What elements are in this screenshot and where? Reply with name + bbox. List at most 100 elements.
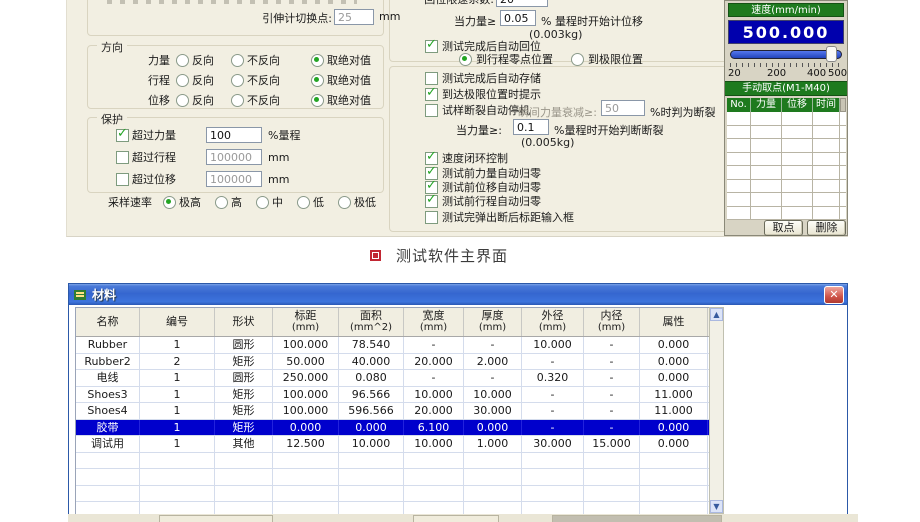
extensometer-switch-input[interactable]	[334, 9, 374, 25]
materials-titlebar[interactable]: 材料	[69, 284, 847, 305]
delete-point-button[interactable]: 删除	[807, 220, 846, 236]
column-name: 面积	[360, 310, 382, 322]
materials-cell	[404, 453, 464, 469]
point-table-row[interactable]	[727, 139, 846, 153]
point-table-row[interactable]	[727, 180, 846, 194]
materials-cell: 20.000	[404, 403, 464, 419]
point-table-cell	[751, 207, 782, 220]
point-table-cell	[813, 139, 840, 152]
materials-empty-row[interactable]	[76, 486, 710, 503]
point-table-row[interactable]	[727, 112, 846, 126]
radio-option[interactable]: 不反向	[231, 72, 311, 88]
return-speed-input[interactable]	[496, 0, 548, 7]
point-table-cell	[782, 153, 813, 166]
column-name: 名称	[97, 316, 119, 328]
radio-option[interactable]: 反向	[176, 92, 231, 108]
materials-cell	[640, 469, 708, 485]
materials-empty-row[interactable]	[76, 453, 710, 470]
point-table-row[interactable]	[727, 166, 846, 180]
materials-row[interactable]: 调试用1其他12.50010.00010.0001.00030.00015.00…	[76, 436, 710, 453]
scroll-down-icon[interactable]: ▼	[710, 500, 723, 513]
materials-row[interactable]: Shoes41矩形100.000596.56620.00030.000--11.…	[76, 403, 710, 420]
point-table-row[interactable]	[727, 193, 846, 207]
materials-row[interactable]: 电线1圆形250.0000.080--0.320-0.000	[76, 370, 710, 387]
materials-column-header[interactable]: 名称	[76, 308, 140, 336]
materials-cell: 96.566	[339, 387, 404, 403]
break-decay-input[interactable]	[601, 100, 645, 116]
materials-cell: 12.500	[273, 436, 339, 452]
speed-slider-thumb[interactable]	[826, 46, 837, 62]
materials-cell: 矩形	[215, 354, 273, 370]
protection-input[interactable]	[206, 149, 262, 165]
materials-row[interactable]: Rubber1圆形100.00078.540--10.000-0.000	[76, 337, 710, 354]
materials-column-header[interactable]: 标距(mm)	[273, 308, 339, 336]
radio-return-limit[interactable]: 到极限位置	[571, 51, 643, 67]
radio-return-zero[interactable]: 到行程零点位置	[459, 51, 553, 67]
materials-column-header[interactable]: 宽度(mm)	[404, 308, 464, 336]
radio-option[interactable]: 取绝对值	[311, 72, 371, 88]
materials-row[interactable]: Rubber22矩形50.00040.00020.0002.000--0.000	[76, 354, 710, 371]
materials-cell: 40.000	[339, 354, 404, 370]
materials-column-header[interactable]: 属性	[640, 308, 708, 336]
radio-option[interactable]: 高	[215, 194, 242, 210]
checkbox-limit-prompt[interactable]: 到达极限位置时提示	[425, 86, 541, 102]
radio-option[interactable]: 取绝对值	[311, 92, 371, 108]
checkbox-icon[interactable]	[116, 173, 129, 186]
materials-cell: 0.080	[339, 370, 404, 386]
force-start-input[interactable]	[500, 10, 536, 26]
materials-row[interactable]: Shoes31矩形100.00096.56610.00010.000--11.0…	[76, 387, 710, 404]
materials-cell: -	[522, 420, 584, 436]
checkbox-gauge-popup[interactable]: 测试完弹出断后标距输入框	[425, 209, 574, 225]
point-table-row[interactable]	[727, 153, 846, 167]
materials-cell	[76, 453, 140, 469]
checkbox-break-stop[interactable]: 试样断裂自动停机	[425, 102, 530, 118]
materials-cell: 0.000	[640, 354, 708, 370]
point-table-cell	[727, 207, 751, 220]
checkbox-icon[interactable]	[116, 129, 129, 142]
radio-option[interactable]: 极低	[338, 194, 376, 210]
materials-cell	[404, 486, 464, 502]
radio-option[interactable]: 极高	[163, 194, 201, 210]
materials-column-header[interactable]: 内径(mm)	[584, 308, 640, 336]
point-table-row[interactable]	[727, 126, 846, 140]
radio-option[interactable]: 取绝对值	[311, 52, 371, 68]
scroll-up-icon[interactable]: ▲	[710, 308, 723, 321]
point-column-header: 力量	[751, 98, 782, 112]
materials-column-header[interactable]: 厚度(mm)	[464, 308, 522, 336]
close-icon[interactable]: ✕	[824, 286, 844, 304]
materials-cell: 50.000	[273, 354, 339, 370]
checkbox-auto-save[interactable]: 测试完成后自动存储	[425, 70, 541, 86]
radio-option[interactable]: 反向	[176, 72, 231, 88]
materials-table-body: Rubber1圆形100.00078.540--10.000-0.000Rubb…	[76, 337, 710, 516]
protection-input[interactable]	[206, 171, 262, 187]
protection-input[interactable]	[206, 127, 262, 143]
point-table-cell	[782, 193, 813, 206]
radio-option[interactable]: 反向	[176, 52, 231, 68]
point-table-row[interactable]	[727, 207, 846, 221]
radio-option[interactable]: 不反向	[231, 52, 311, 68]
radio-option[interactable]: 不反向	[231, 92, 311, 108]
materials-cell: 胶带	[76, 420, 140, 436]
speed-header: 速度(mm/min)	[728, 3, 844, 17]
materials-row[interactable]: 胶带1矩形0.0000.0006.1000.000--0.000	[76, 420, 710, 437]
point-table-cell	[727, 166, 751, 179]
materials-cell: 100.000	[273, 387, 339, 403]
checkbox-speed-loop[interactable]: 速度闭环控制	[425, 150, 508, 166]
checkbox-zero-stroke[interactable]: 测试前行程自动归零	[425, 193, 541, 209]
materials-column-header[interactable]: 编号	[140, 308, 215, 336]
radio-option[interactable]: 中	[256, 194, 283, 210]
point-table-cell	[782, 180, 813, 193]
materials-cell	[640, 453, 708, 469]
point-table-header: No.力量位移时间	[727, 98, 846, 112]
materials-column-header[interactable]: 面积(mm^2)	[339, 308, 404, 336]
pick-point-button[interactable]: 取点	[764, 220, 803, 236]
materials-scrollbar[interactable]: ▲ ▼	[709, 307, 724, 514]
materials-client-area: 名称 编号形状标距(mm)面积(mm^2)宽度(mm)厚度(mm)外径(mm)内径…	[70, 305, 846, 513]
materials-empty-row[interactable]	[76, 469, 710, 486]
materials-column-header[interactable]: 外径(mm)	[522, 308, 584, 336]
radio-option[interactable]: 低	[297, 194, 324, 210]
checkbox-icon[interactable]	[116, 151, 129, 164]
radio-icon	[459, 53, 472, 66]
materials-column-header[interactable]: 形状	[215, 308, 273, 336]
break-judge-input[interactable]	[513, 119, 549, 135]
